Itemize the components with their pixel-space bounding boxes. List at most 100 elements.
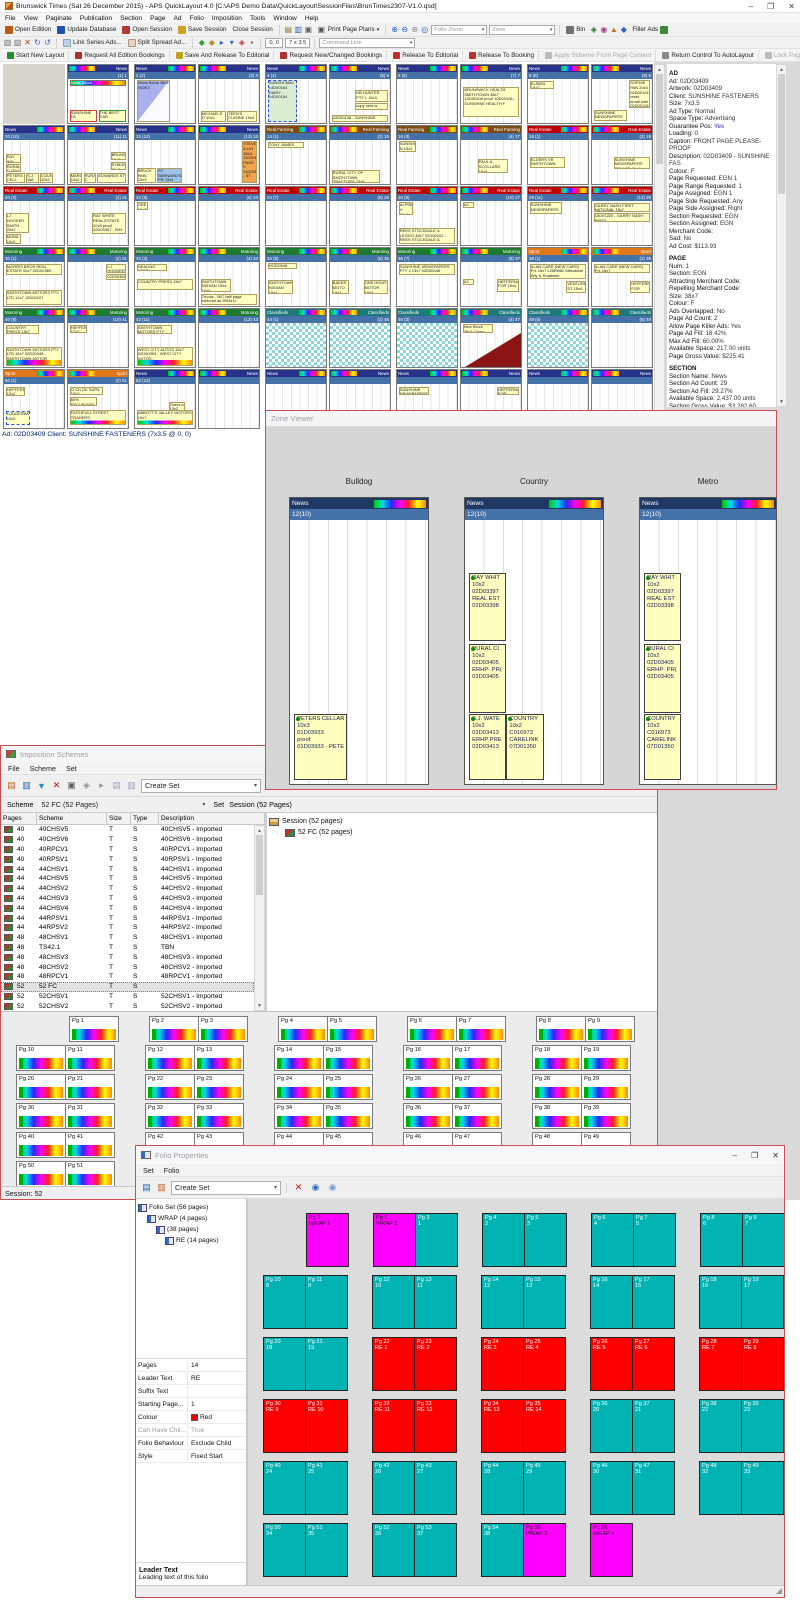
ad-block[interactable]: BRUNSWICK HEALTH SMITHTOWN 38x7 10D00108… (463, 87, 518, 117)
folio-page-tile[interactable]: Pg 44 28 (481, 1461, 524, 1515)
ad-block[interactable]: WEST CITY AUTOS 15x7 02D00354 - WEST CIT… (137, 347, 193, 366)
menu-item[interactable]: Window (273, 15, 296, 22)
workflow-button[interactable]: Start New Layout (3, 50, 69, 61)
workflow-button[interactable]: Return Control To AutoLayout (658, 50, 759, 61)
page-thumbnail[interactable]: Motoring 40 (9) COUNTRY PRESS 15x7 02D00… (3, 308, 65, 368)
page-thumbnail[interactable]: Real Farming (4) 17 PAUL & SCOLLARD 15x4… (460, 125, 522, 185)
scheme-row[interactable]: 48 TS42.1 T S TBN (1, 943, 254, 953)
ad-block[interactable]: 10D00108 - SUNSHINE HEALTH (332, 115, 388, 122)
ad-block[interactable]: copy sent w photog email (355, 103, 388, 110)
folio-page-tile[interactable]: Pg 14 12 (481, 1275, 524, 1329)
page-thumbnail[interactable]: Classifieds (4) 47 New Block 38x3 Classi (460, 308, 522, 368)
ad-block[interactable]: SUNSHINE NEWSPAPERS PTY LTD 10x3 proof (614, 157, 651, 170)
toolbar-icon[interactable]: ▤ (5, 779, 18, 792)
toolbar-icon[interactable]: ▣ (65, 779, 78, 792)
ad-block[interactable]: ABBOTT'S VALLEY MOTORS 10x7 (137, 410, 193, 425)
ad-block[interactable]: VENTURE ST 15x4 (566, 281, 586, 293)
folio-page-tile[interactable]: Pg 50 34 (263, 1523, 306, 1577)
maximize-button[interactable]: ❐ (767, 2, 774, 11)
menu-item[interactable]: Folio (190, 15, 204, 22)
ad-block[interactable]: 60% SECURITIES 10x4 (70, 397, 98, 406)
ad-block[interactable]: FAITHFULL STREET TRADERS (70, 410, 126, 425)
scrollbar-thumb[interactable] (778, 74, 785, 194)
toolbar-icon[interactable]: ▥ (20, 779, 33, 792)
folio-page-tile[interactable]: Pg 35 RE 14 (523, 1399, 566, 1453)
scheme-row[interactable]: 40 40RPCV1 T S 40RPCV1 - Imported (1, 845, 254, 855)
ad-block[interactable]: MORRIS BROS REAL ESTATE 10x7 02D00369 - … (6, 264, 62, 275)
zone-combo[interactable]: Zone▾ (489, 25, 555, 35)
menu-item[interactable]: Scheme (30, 764, 56, 773)
plan-page-tile[interactable]: Pg 41 (65, 1132, 115, 1158)
page-thumbnail[interactable]: News 4 (4) SUNSHI 38x2 14D00164 DIARY - … (265, 64, 327, 124)
zone-page[interactable]: News 12(10) PETERS CELLAR10x301D03933pro… (289, 497, 429, 785)
property-row[interactable]: Starting Page... 1 (136, 1398, 246, 1411)
toolbar-icon[interactable]: ↺ (43, 39, 52, 47)
plan-page-tile[interactable]: Pg 25 (323, 1074, 373, 1100)
ad-block[interactable]: O CH OK SUPA 10x2 (70, 387, 104, 396)
ad-block[interactable]: COUNTRY PRESS 15x7 02D00354 (6, 325, 39, 335)
ad-block[interactable]: RURAL CITY OF SMITHTOWN TRACTORS 15x8 (332, 170, 380, 183)
scroll-up-icon[interactable]: ▲ (779, 65, 784, 74)
ad-block[interactable]: SUNSHINE NEWSPAPERS PTY (594, 110, 628, 121)
command-line-combo[interactable]: Command Line▾ (319, 38, 415, 48)
scheme-row[interactable]: 44 44CHSV1 T S 44CHSV1 - Imported (1, 864, 254, 874)
toolbar-icon[interactable]: ◈ (80, 779, 93, 792)
page-thumbnail[interactable]: News 10 (10) RAY WH 10x2RURAL C 10x2PETE… (3, 125, 65, 185)
ad-block[interactable]: LJ HOOKER SM 15x2 (106, 264, 126, 273)
table-scrollbar[interactable]: ▲▼ (254, 825, 265, 1011)
menu-item[interactable]: Publication (80, 15, 112, 22)
workflow-button[interactable]: Lock Page For AutoLayout (761, 50, 800, 61)
folio-page-tile[interactable]: Pg 52 36 (372, 1523, 415, 1577)
tree-item[interactable]: Session (52 pages) (269, 816, 655, 827)
folio-page-tile[interactable]: Pg 16 14 (590, 1275, 633, 1329)
page-thumbnail[interactable]: Classifieds 48 (5) (527, 308, 589, 368)
folio-tree-item[interactable]: Folio Set (56 pages) (138, 1202, 244, 1213)
scheme-row[interactable]: 52 52CHSV1 T S 52CHSV1 - Imported (1, 992, 254, 1002)
zoom-icon[interactable]: ◎ (420, 26, 429, 34)
scheme-row[interactable]: 44 44CHSV4 T S 44CHSV4 - Imported (1, 903, 254, 913)
page-thumbnail[interactable]: Real Farming 16 (3) SUNSHINE N 15x2 (396, 125, 458, 185)
plan-page-tile[interactable]: Pg 28 (532, 1074, 582, 1100)
folio-page-tile[interactable]: Pg 15 13 (523, 1275, 566, 1329)
ad-block[interactable]: TONY JAMES COR (268, 142, 304, 148)
ad-block[interactable]: SUNSHINE NEWSPAPERS PTY (399, 387, 429, 396)
workflow-button[interactable]: Release To Editorial (389, 50, 463, 61)
ad-block[interactable]: COUNTR 10x2 (40, 173, 53, 183)
folio-page-tile[interactable]: Pg 27 RE 6 (632, 1337, 675, 1391)
zone-ad-block[interactable]: COUNTRY10x2C016973CARELINK07D01350 (506, 714, 543, 780)
property-row[interactable]: Style Fixed Start (136, 1450, 246, 1463)
workflow-button[interactable]: Apply Scheme From Page Content (541, 50, 656, 61)
plan-page-tile[interactable]: Pg 22 (145, 1074, 195, 1100)
menu-item[interactable]: Imposition (212, 15, 242, 22)
scheme-row[interactable]: 44 44RPSV2 T S 44RPSV2 - Imported (1, 923, 254, 933)
update-database-button[interactable]: Update Database (55, 24, 118, 35)
zone-ad-block[interactable]: RURAL CI10x202D03405ERHP- PR(02D03405 (644, 644, 681, 713)
page-thumbnail[interactable]: Real Farming 14 (1) TONY JAMES COR (265, 125, 327, 185)
folio-page-tile[interactable]: Pg 36 20 (590, 1399, 633, 1453)
folio-page-tile[interactable]: Pg 26 RE 5 (590, 1337, 633, 1391)
page-thumbnail[interactable]: Motoring 34 (5) HODONIA PREST10BSMITHTOW… (265, 247, 327, 307)
menu-item[interactable]: Help (305, 15, 319, 22)
folio-page-tile[interactable]: Pg 37 21 (632, 1399, 675, 1453)
folio-page-tile[interactable]: Pg 1 WRAP 1 (306, 1213, 349, 1267)
plan-page-tile[interactable]: Pg 26 (403, 1074, 453, 1100)
toolbar-icon[interactable]: ▤ (284, 26, 293, 34)
folio-page-tile[interactable]: Pg 46 30 (590, 1461, 633, 1515)
ad-block[interactable]: ONE HOUR MOTOR 15x4 (364, 280, 389, 294)
folio-page-tile[interactable]: Pg 23 RE 2 (414, 1337, 457, 1391)
close-session-button[interactable]: Close Session (231, 24, 275, 35)
open-edition-button[interactable]: Open Edition (3, 24, 53, 35)
page-thumbnail[interactable]: News 52 (13) Overs a 10x2ABBOTT'S VALLEY… (134, 369, 196, 429)
toolbar-icon[interactable]: ▼ (35, 779, 48, 792)
ad-block[interactable]: News Block (70, 80, 126, 86)
page-thumbnail[interactable]: Motoring 30 (1) MORRIS BROS REAL ESTATE … (3, 247, 65, 307)
folio-page-tile[interactable]: Pg 24 RE 3 (481, 1337, 524, 1391)
page-thumbnail[interactable]: Motoring (6) 35 BAKER MOTO 15x3 DUOONE H… (329, 247, 391, 307)
page-thumbnail[interactable]: Real Estate (10) 27 A2 MON (460, 186, 522, 246)
page-thumbnail[interactable]: Classifieds 44 (1) (265, 308, 327, 368)
ad-block[interactable]: SUNSHINE NEWSPAPERS PTY LTD 10x3 (530, 202, 562, 214)
menu-item[interactable]: Paginate (46, 15, 72, 22)
page-thumbnail[interactable]: Real Estate 26 (9) ALPINE V 15x2 11D0011… (396, 186, 458, 246)
toolbar-icon[interactable]: ◆ (197, 39, 206, 47)
toolbar-icon[interactable]: ▲ (609, 26, 618, 34)
